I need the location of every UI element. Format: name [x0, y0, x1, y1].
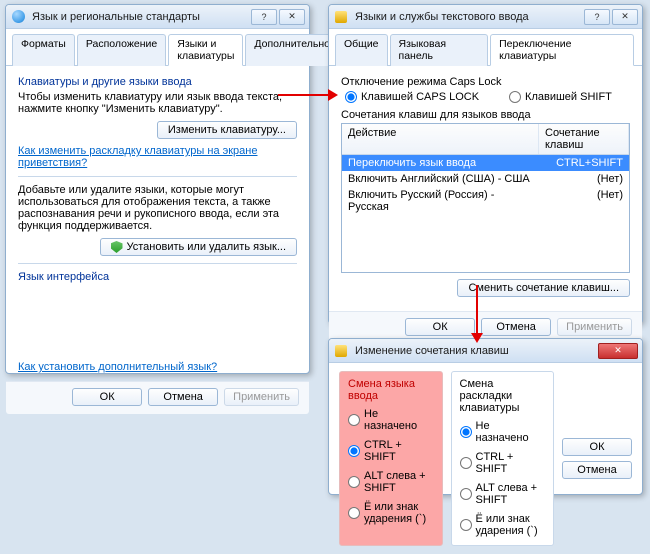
col-shortcut[interactable]: Сочетание клавиш: [539, 124, 629, 154]
ok-button[interactable]: ОК: [72, 388, 142, 406]
shield-icon: [111, 241, 123, 253]
caps-heading: Отключение режима Caps Lock: [341, 76, 630, 88]
close-button[interactable]: ✕: [598, 343, 638, 359]
cancel-button[interactable]: Отмена: [562, 461, 632, 479]
tab-additional[interactable]: Дополнительно: [245, 34, 339, 66]
globe-icon: [10, 9, 26, 25]
help-button[interactable]: ?: [584, 9, 610, 25]
kb-layout-group: Смена раскладки клавиатуры Не назначено …: [451, 371, 555, 546]
apply-button: Применить: [224, 388, 299, 406]
kl-grave[interactable]: Ё или знак ударения (`): [460, 513, 546, 537]
tabs: Форматы Расположение Языки и клавиатуры …: [6, 29, 309, 66]
kb-other-heading: Клавиатуры и другие языки ввода: [18, 76, 297, 88]
help-button[interactable]: ?: [251, 9, 277, 25]
welcome-layout-link[interactable]: Как изменить раскладку клавиатуры на экр…: [18, 145, 297, 169]
ok-button[interactable]: ОК: [562, 438, 632, 456]
kb-layout-head: Смена раскладки клавиатуры: [460, 378, 546, 414]
tab-general[interactable]: Общие: [335, 34, 388, 66]
tab-formats[interactable]: Форматы: [12, 34, 75, 66]
combo-heading: Сочетания клавиш для языков ввода: [341, 109, 630, 121]
tab-lang-panel[interactable]: Языковая панель: [390, 34, 489, 66]
cancel-button[interactable]: Отмена: [148, 388, 218, 406]
caps-lock-radio[interactable]: Клавишей CAPS LOCK: [345, 91, 479, 103]
tab-languages-keyboards[interactable]: Языки и клавиатуры: [168, 34, 243, 66]
list-row[interactable]: Переключить язык вводаCTRL+SHIFT: [342, 155, 629, 171]
ok-button[interactable]: ОК: [405, 318, 475, 336]
keyboard-icon: [333, 9, 349, 25]
kb-other-text: Чтобы изменить клавиатуру или язык ввода…: [18, 91, 297, 115]
window-title: Изменение сочетания клавиш: [355, 345, 598, 357]
list-row[interactable]: Включить Английский (США) - США(Нет): [342, 171, 629, 187]
tab-location[interactable]: Расположение: [77, 34, 166, 66]
apply-button: Применить: [557, 318, 632, 336]
ui-lang-heading: Язык интерфейса: [18, 271, 297, 283]
il-none[interactable]: Не назначено: [348, 408, 434, 432]
keyboard-icon: [333, 343, 349, 359]
kl-alt-shift[interactable]: ALT слева + SHIFT: [460, 482, 546, 506]
col-action[interactable]: Действие: [342, 124, 539, 154]
kl-none[interactable]: Не назначено: [460, 420, 546, 444]
il-ctrl-shift[interactable]: CTRL + SHIFT: [348, 439, 434, 463]
shift-radio[interactable]: Клавишей SHIFT: [509, 91, 612, 103]
change-keyboard-button[interactable]: Изменить клавиатуру...: [157, 121, 297, 139]
il-grave[interactable]: Ё или знак ударения (`): [348, 501, 434, 525]
close-button[interactable]: ✕: [612, 9, 638, 25]
input-lang-group: Смена языка ввода Не назначено CTRL + SH…: [339, 371, 443, 546]
install-language-button[interactable]: Установить или удалить язык...: [100, 238, 298, 256]
window-title: Языки и службы текстового ввода: [355, 11, 584, 23]
install-lang-text: Добавьте или удалите языки, которые могу…: [18, 184, 297, 232]
input-lang-head: Смена языка ввода: [348, 378, 434, 402]
window-title: Язык и региональные стандарты: [32, 11, 251, 23]
il-alt-shift[interactable]: ALT слева + SHIFT: [348, 470, 434, 494]
cancel-button[interactable]: Отмена: [481, 318, 551, 336]
list-row[interactable]: Включить Русский (Россия) - Русская(Нет): [342, 187, 629, 215]
tab-kb-switch[interactable]: Переключение клавиатуры: [490, 34, 634, 66]
change-shortcut-button[interactable]: Сменить сочетание клавиш...: [457, 279, 630, 297]
how-install-link[interactable]: Как установить дополнительный язык?: [18, 361, 217, 373]
shortcut-list[interactable]: Действие Сочетание клавиш Переключить яз…: [341, 123, 630, 273]
close-button[interactable]: ✕: [279, 9, 305, 25]
tabs: Общие Языковая панель Переключение клави…: [329, 29, 642, 66]
kl-ctrl-shift[interactable]: CTRL + SHIFT: [460, 451, 546, 475]
